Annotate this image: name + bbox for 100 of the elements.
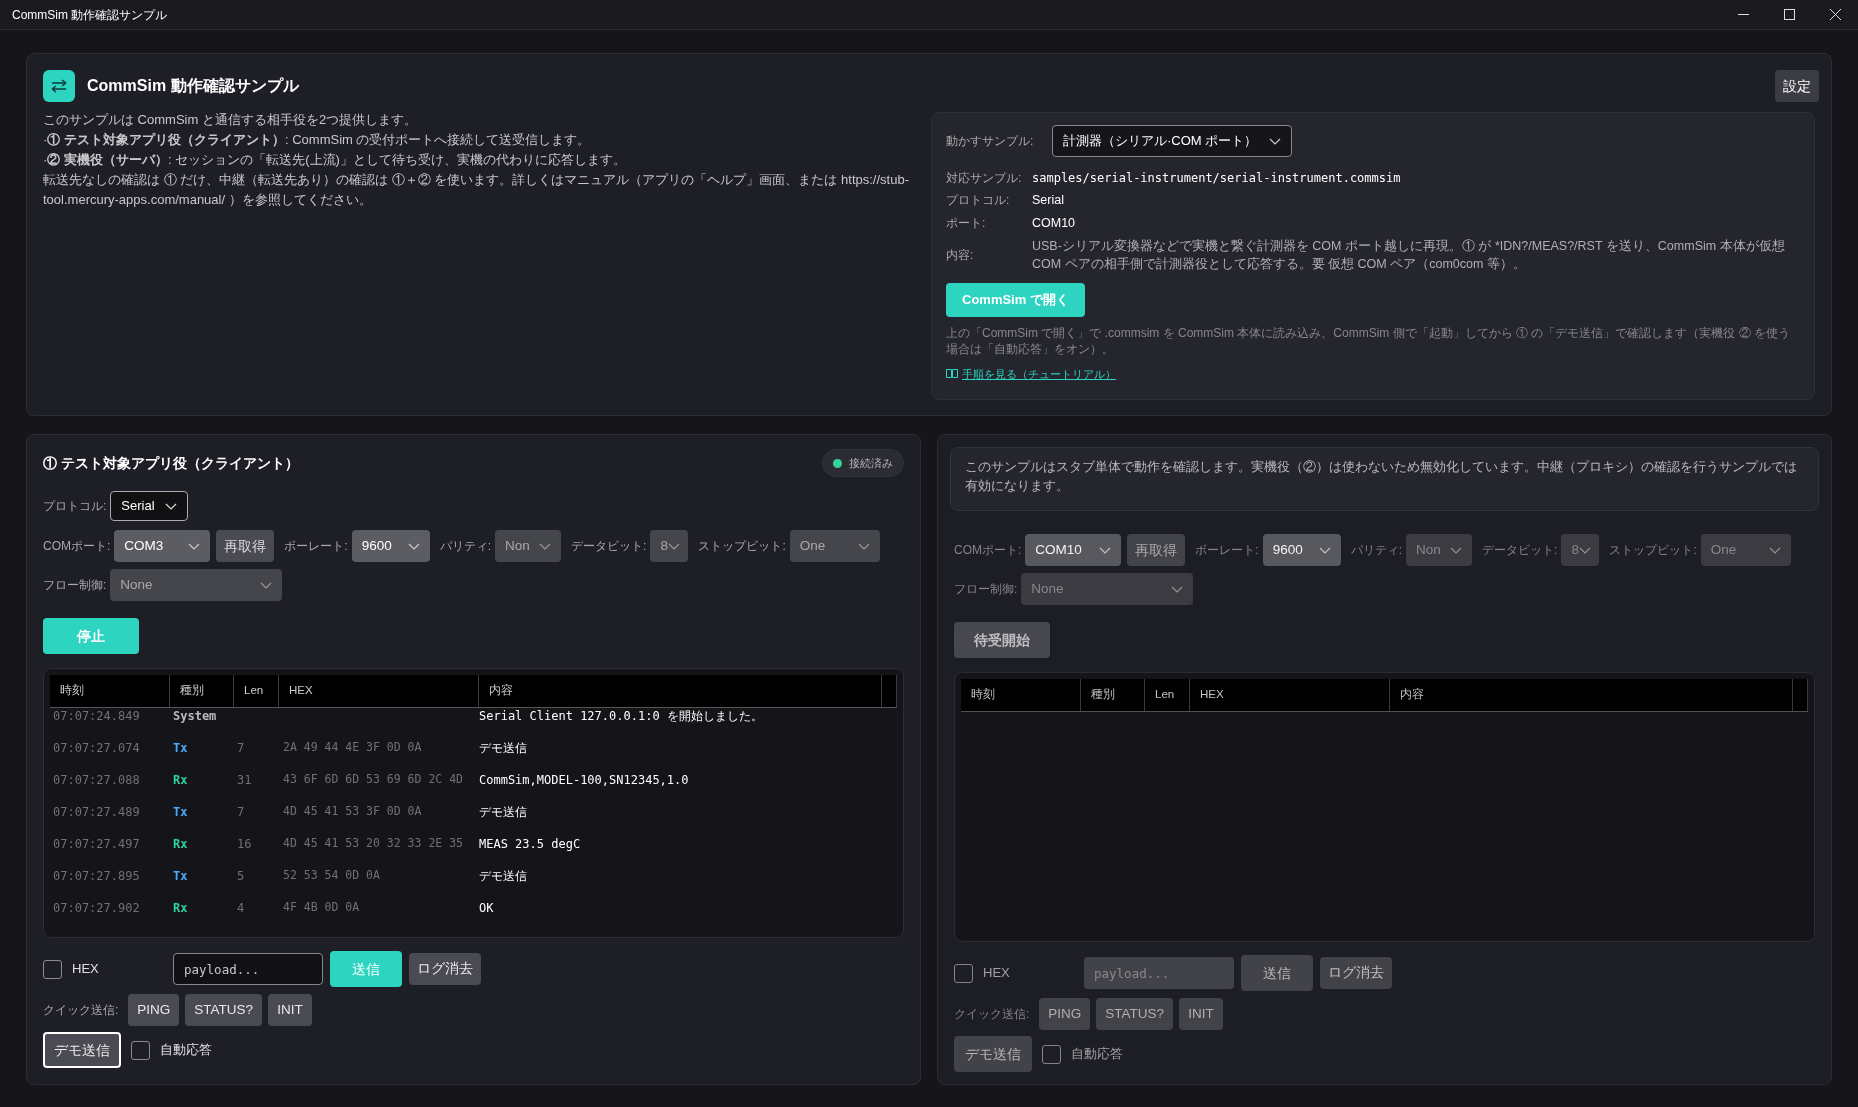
chevron-icon: [1099, 546, 1112, 554]
dropdown[interactable]: 9600: [351, 530, 430, 562]
field-label: ストップビット:: [698, 538, 786, 555]
dropdown[interactable]: COM3: [114, 530, 211, 562]
field-label: パリティ:: [1350, 542, 1403, 559]
hex-cell-text: 2A 49 44 4E 3F 0D 0A: [282, 738, 423, 756]
chevron-icon: [164, 502, 177, 510]
field-label: COMポート:: [43, 538, 111, 555]
field-label: 対応サンプル:: [946, 170, 1023, 187]
status-badge: 接続済み: [822, 449, 904, 477]
chevron-icon: [188, 542, 201, 550]
time-cell-text: 07:07:27.489: [52, 803, 141, 821]
time-cell-text: 07:07:27.497: [52, 835, 141, 853]
chevron-icon: [1318, 546, 1331, 554]
field-label: パリティ:: [439, 538, 492, 555]
description-text: このサンプルは CommSim と通信する相手役を2つ提供します。: [43, 111, 419, 129]
field-label: プロトコル:: [946, 192, 1011, 210]
type-cell-text: Rx: [172, 835, 189, 853]
hex-cell-text: 52 53 54 0D 0A: [282, 866, 381, 884]
length-cell-text: 4: [236, 899, 246, 917]
field-label: 内容:: [946, 246, 975, 264]
chevron-icon: [260, 581, 273, 589]
field-label: データビット:: [1482, 542, 1558, 559]
chevron-icon: [857, 542, 870, 550]
field-label: ボーレート:: [284, 538, 348, 555]
type-cell-text: System: [172, 707, 218, 725]
hex-cell-text: 4D 45 41 53 20 32 33 2E 35: [282, 834, 464, 852]
window-title: CommSim 動作確認サンプル: [12, 6, 168, 24]
hex-cell-text: 4D 45 41 53 3F 0D 0A: [282, 802, 423, 820]
chevron-icon: [1450, 546, 1463, 554]
time-cell-text: 07:07:27.895: [52, 867, 141, 885]
checkbox[interactable]: [43, 959, 62, 979]
field-label: フロー制御:: [954, 581, 1018, 598]
time-cell-text: 07:07:24.849: [52, 707, 141, 725]
quick-send-button[interactable]: STATUS?: [185, 994, 263, 1026]
type-cell-text: Tx: [172, 739, 189, 757]
field-label: プロトコル:: [43, 498, 107, 515]
field-value: Serial: [1032, 192, 1064, 209]
content-cell-text: Serial Client 127.0.0.1:0 を開始しました。: [479, 707, 764, 725]
clear-log-button[interactable]: ログ消去: [409, 953, 481, 985]
field-label: クイック送信:: [43, 1002, 119, 1019]
time-cell-text: 07:07:27.088: [52, 771, 141, 789]
chevron-icon: [1171, 585, 1184, 593]
app-title: CommSim 動作確認サンプル: [87, 76, 299, 96]
type-cell-text: Tx: [172, 867, 189, 885]
length-cell-text: 7: [236, 739, 246, 757]
field-label: ポート:: [946, 215, 987, 233]
content-cell-text: OK: [479, 899, 495, 917]
chevron-icon: [667, 542, 680, 550]
notice-text: このサンプルはスタブ単体で動作を確認します。実機役（②）は使わないため無効化しています。中継（プロキシ）の確認を行うサンプルでは有効になります。: [950, 447, 1819, 511]
protocol-dropdown[interactable]: Serial: [110, 491, 188, 521]
settings-button[interactable]: 設定: [1775, 70, 1819, 102]
checkbox-label: 自動応答: [160, 1041, 212, 1060]
refresh-button[interactable]: 再取得: [216, 530, 275, 562]
chevron-icon: [1269, 137, 1281, 145]
type-cell-text: Rx: [172, 771, 189, 789]
hint-text: 上の「CommSim で開く」で .commsim を CommSim 本体に読み込み、CommSim 側で「起動」してから ① の「デモ送信」で確認します（実機役 ② を使う場合は「自動応答」をオン）。: [946, 324, 1791, 357]
content-cell-text: デモ送信: [479, 739, 528, 757]
description-text: ·① テスト対象アプリ役（クライアント）: CommSim の受付ポートへ接続して送受信します。: [43, 131, 592, 149]
hex-cell-text: 4F 4B 0D 0A: [282, 898, 361, 916]
description-text: 転送先なしの確認は ① だけ、中継（転送先あり）の確認は ①＋② を使います。詳しくはマニュアル（アプリの「ヘルプ」画面、または https://stub-tool.mercury-apps.com/manual/ ）を参照してください。: [43, 171, 910, 209]
chevron-icon: [1578, 546, 1591, 554]
field-label: COMポート:: [954, 542, 1022, 559]
chevron-icon: [407, 542, 420, 550]
length-cell-text: 31: [236, 771, 253, 789]
content-cell-text: MEAS 23.5 degC: [479, 835, 582, 853]
hex-cell-text: 43 6F 6D 6D 53 69 6D 2C 4D: [282, 770, 464, 788]
content-cell-text: デモ送信: [479, 803, 528, 821]
field-label: フロー制御:: [43, 577, 107, 594]
checkbox-label: 自動応答: [1071, 1045, 1123, 1064]
field-label: ボーレート:: [1195, 542, 1259, 559]
field-label: データビット:: [571, 538, 647, 555]
length-cell-text: 7: [236, 803, 246, 821]
payload-field[interactable]: payload...: [173, 953, 323, 985]
description-text: ·② 実機役（サーバ）: セッションの「転送先(上流)」として待ち受け、実機の代わりに応答します。: [43, 151, 627, 169]
chevron-icon: [539, 542, 552, 550]
field-label: ストップビット:: [1609, 542, 1697, 559]
field-label: 動かすサンプル:: [946, 133, 1035, 150]
quick-send-button[interactable]: PING: [128, 994, 180, 1026]
time-cell-text: 07:07:27.902: [52, 899, 141, 917]
checkbox-label: HEX: [72, 960, 99, 979]
checkbox[interactable]: [131, 1040, 150, 1060]
book-icon: [946, 369, 958, 379]
field-value: USB-シリアル変換器などで実機と繋ぐ計測器を COM ポート越しに再現。① が *IDN?/MEAS?/RST を送り、CommSim 本体が仮想 COM ペアの相手側で計測器役として応答する。要 仮想 COM ペア（com0com 等）。: [1032, 237, 1786, 273]
content-cell-text: CommSim,MODEL-100,SN12345,1.0: [479, 771, 690, 789]
field-value: COM10: [1032, 214, 1076, 232]
type-cell-text: Tx: [172, 803, 189, 821]
checkbox-label: HEX: [983, 964, 1010, 983]
length-cell-text: 5: [236, 867, 246, 885]
demo-send-button[interactable]: デモ送信: [43, 1032, 121, 1068]
quick-send-button[interactable]: INIT: [268, 994, 312, 1026]
type-cell-text: Rx: [172, 899, 189, 917]
swap-icon: [43, 70, 75, 102]
sample-dropdown[interactable]: 計測器（シリアル·COM ポート）: [1052, 125, 1292, 157]
time-cell-text: 07:07:27.074: [52, 739, 141, 757]
panel-title: ① テスト対象アプリ役（クライアント）: [43, 453, 299, 473]
field-label: クイック送信:: [954, 1006, 1030, 1023]
length-cell-text: 16: [236, 835, 253, 853]
field-value: samples/serial-instrument/serial-instrument.commsim: [1032, 170, 1401, 187]
content-cell-text: デモ送信: [479, 867, 528, 885]
